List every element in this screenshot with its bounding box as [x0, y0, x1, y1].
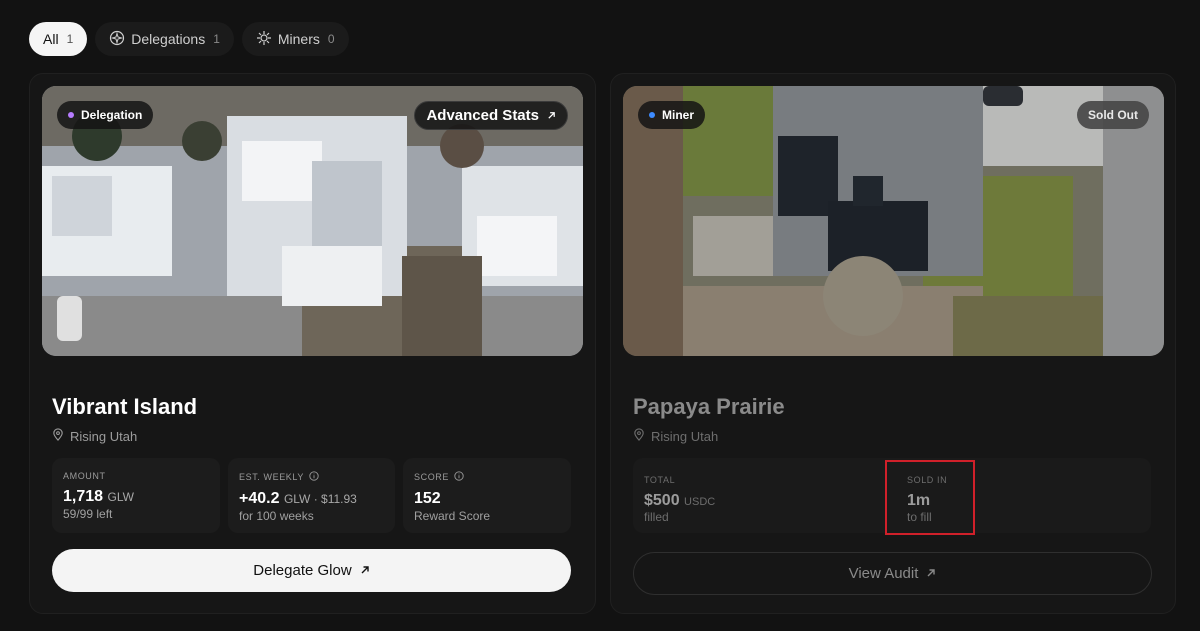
stat-label-row: EST. WEEKLY: [239, 471, 384, 483]
tab-all-count: 1: [66, 32, 74, 46]
project-location: Rising Utah: [52, 428, 137, 444]
project-title: Vibrant Island: [52, 394, 198, 419]
tab-delegations-label: Delegations: [131, 31, 206, 47]
stat-label: AMOUNT: [63, 471, 106, 481]
stat-value: 1,718: [63, 488, 104, 505]
tab-miners[interactable]: Miners 0: [241, 22, 349, 56]
project-photo[interactable]: Miner Sold Out: [623, 86, 1164, 356]
arrow-up-right-icon: [926, 565, 936, 582]
advanced-stats-label: Advanced Stats: [426, 107, 539, 124]
stat-total: TOTAL $500 USDC filled: [644, 475, 715, 524]
type-badge-label: Delegation: [81, 108, 143, 122]
stat-sub: 59/99 left: [63, 507, 113, 521]
tab-delegations[interactable]: Delegations 1: [95, 22, 234, 56]
location-label: Rising Utah: [651, 428, 719, 444]
stat-unit: USDC: [684, 496, 716, 508]
tab-miners-count: 0: [327, 32, 335, 46]
stat-amount: AMOUNT 1,718 GLW 59/99 left: [52, 458, 220, 533]
tab-all[interactable]: All 1: [29, 22, 88, 56]
delegate-glow-button[interactable]: Delegate Glow: [52, 549, 571, 592]
miner-gear-icon: [256, 30, 272, 49]
stat-value: +40.2: [239, 490, 280, 507]
stat-score: SCORE 152 Reward Score: [403, 458, 571, 533]
stat-unit: GLW: [107, 490, 134, 504]
project-title: Papaya Prairie: [633, 394, 785, 419]
status-badge: Sold Out: [1077, 101, 1149, 129]
stat-value-row: 152: [414, 490, 560, 508]
stat-label: SCORE: [414, 472, 450, 482]
sale-stats: TOTAL $500 USDC filled SOLD IN 1m to fil…: [633, 458, 1151, 535]
location-pin-icon: [52, 428, 64, 444]
project-card-papaya-prairie: Miner Sold Out Papaya Prairie Rising Uta…: [610, 73, 1176, 614]
highlight-box: [885, 460, 975, 535]
stat-est-weekly: EST. WEEKLY +40.2 GLW · $11.93 for 100 w…: [228, 458, 395, 533]
stat-sub: Reward Score: [414, 509, 491, 523]
badge-dot: [68, 112, 74, 118]
tab-all-label: All: [43, 31, 59, 47]
stat-value-row: $500 USDC: [644, 492, 715, 510]
tab-miners-label: Miners: [277, 31, 320, 47]
arrow-up-right-icon: [360, 562, 370, 579]
info-icon[interactable]: [454, 471, 464, 483]
stat-value: $500: [644, 492, 680, 509]
stat-value: 152: [414, 490, 441, 507]
project-location: Rising Utah: [633, 428, 718, 444]
tab-delegations-count: 1: [213, 32, 220, 46]
stat-value-row: +40.2 GLW · $11.93: [239, 490, 384, 508]
stat-unit: GLW · $11.93: [283, 492, 357, 506]
stat-label: TOTAL: [644, 475, 676, 485]
info-icon[interactable]: [309, 471, 319, 483]
advanced-stats-button[interactable]: Advanced Stats: [414, 101, 568, 130]
filter-tabs: All 1 Delegations 1 Miners 0: [29, 22, 349, 56]
badge-dot: [649, 112, 655, 118]
delegate-glow-label: Delegate Glow: [253, 562, 352, 579]
project-photo[interactable]: Delegation Advanced Stats: [42, 86, 583, 356]
type-badge: Miner: [638, 101, 706, 129]
view-audit-button[interactable]: View Audit: [633, 552, 1152, 595]
view-audit-label: View Audit: [848, 565, 919, 582]
stat-sub: for 100 weeks: [239, 509, 314, 523]
type-badge-label: Miner: [662, 108, 695, 122]
delegation-icon: [109, 30, 125, 49]
stat-sub: filled: [644, 510, 669, 524]
location-label: Rising Utah: [70, 428, 138, 444]
stat-label: EST. WEEKLY: [239, 472, 304, 482]
type-badge: Delegation: [57, 101, 154, 129]
location-pin-icon: [633, 428, 645, 444]
stat-value-row: 1,718 GLW: [63, 488, 209, 506]
project-card-vibrant-island: Delegation Advanced Stats Vibrant Island…: [29, 73, 596, 614]
stat-label-row: SCORE: [414, 471, 560, 483]
arrow-up-right-icon: [547, 111, 556, 120]
